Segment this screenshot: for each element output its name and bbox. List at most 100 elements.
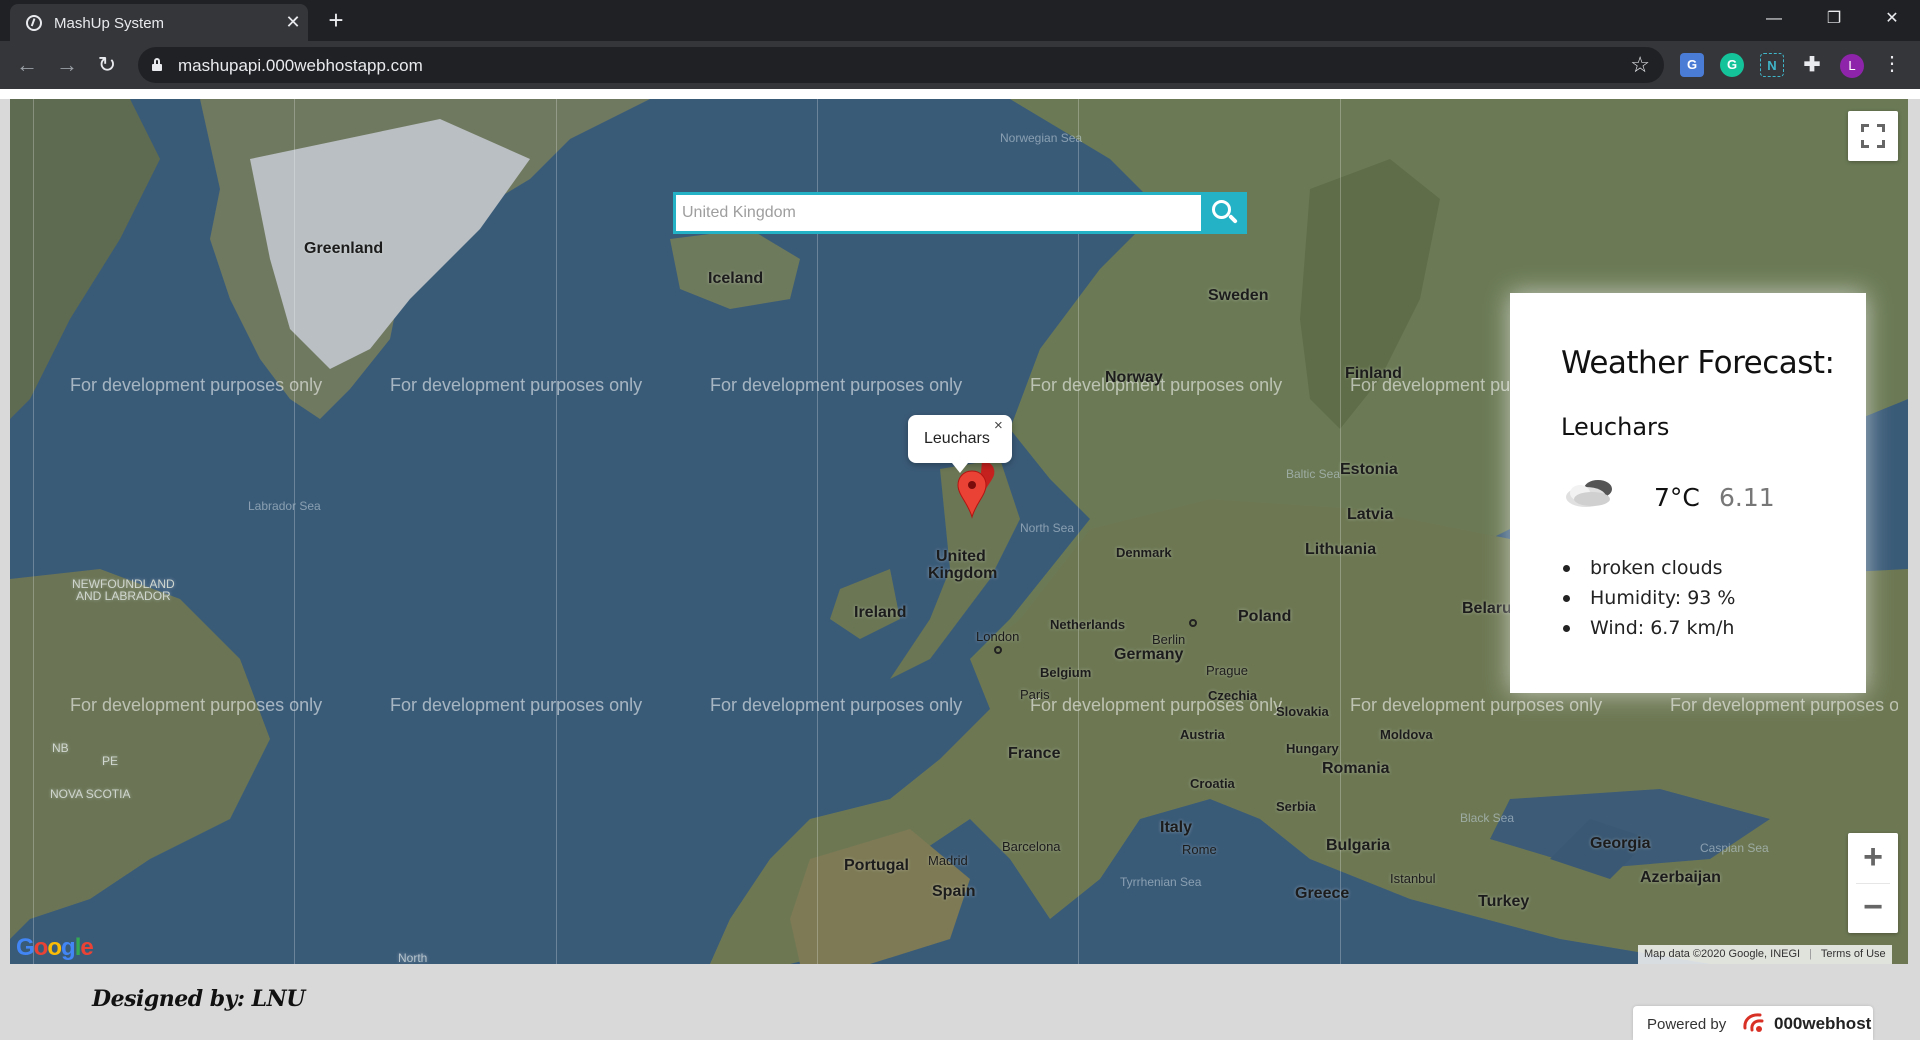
place-label: Estonia	[1340, 461, 1398, 478]
zoom-in-button[interactable]: +	[1848, 833, 1898, 883]
extensions-puzzle-icon[interactable]: ✚	[1800, 53, 1824, 77]
sea-label: Baltic Sea	[1286, 467, 1341, 481]
place-label: Spain	[932, 883, 976, 900]
place-label: Germany	[1114, 646, 1184, 663]
dev-watermark: For development purposes only	[1350, 695, 1603, 715]
n-extension-icon[interactable]: N	[1760, 53, 1784, 77]
weather-feels-like: 6.11	[1719, 483, 1775, 512]
tile-seam	[294, 99, 295, 964]
place-label: Poland	[1238, 608, 1292, 625]
minimize-button[interactable]: —	[1754, 4, 1794, 34]
place-label: Bulgaria	[1326, 837, 1391, 854]
marker-info-window: Leuchars ×	[908, 415, 1012, 473]
place-label: Ireland	[854, 604, 907, 621]
google-logo: Google	[16, 934, 94, 961]
place-label: Kingdom	[928, 565, 998, 582]
place-label: North	[398, 951, 428, 964]
location-search[interactable]	[673, 192, 1213, 234]
place-label: Latvia	[1347, 506, 1394, 523]
forward-button[interactable]: →	[52, 50, 82, 80]
bookmark-star-icon[interactable]: ☆	[1630, 52, 1650, 78]
place-label: Norway	[1105, 369, 1163, 386]
place-label: AND LABRADOR	[76, 589, 171, 603]
translate-extension-icon[interactable]: G	[1680, 53, 1704, 77]
place-label: Iceland	[708, 270, 764, 287]
grammarly-extension-icon[interactable]: G	[1720, 53, 1744, 77]
place-label: Austria	[1180, 727, 1225, 742]
cloud-icon	[1566, 480, 1612, 507]
place-label: Istanbul	[1390, 871, 1436, 886]
place-label: Turkey	[1478, 893, 1530, 910]
weather-forecast-card: Weather Forecast: Leuchars 7°C 6.11 brok…	[1510, 293, 1866, 693]
dev-watermark: For development purposes only	[710, 695, 963, 715]
place-label: Greenland	[304, 240, 384, 257]
place-label: Lithuania	[1305, 541, 1377, 558]
page-top-strip	[0, 89, 1920, 99]
place-label: Croatia	[1190, 776, 1235, 791]
dev-watermark: For development purposes only	[390, 695, 643, 715]
zoom-out-button[interactable]: −	[1848, 883, 1898, 933]
back-button[interactable]: ←	[12, 50, 42, 80]
powered-by-brand: 000webhost	[1774, 1014, 1872, 1033]
info-close-icon[interactable]: ×	[994, 417, 1003, 434]
place-label: Portugal	[844, 857, 909, 874]
browser-tab-bar: MashUp System ✕ + — ❐ ✕	[0, 0, 1920, 41]
close-window-button[interactable]: ✕	[1872, 4, 1912, 34]
attribution-text: Map data ©2020 Google, INEGI	[1644, 948, 1801, 960]
place-label: Georgia	[1590, 835, 1651, 852]
place-label: Greece	[1295, 885, 1350, 902]
place-label: London	[976, 629, 1020, 644]
search-button[interactable]	[1201, 192, 1247, 234]
dev-watermark: For development purposes only	[1670, 695, 1898, 715]
place-label: PE	[102, 754, 119, 768]
place-label: Netherlands	[1050, 617, 1126, 632]
place-label: Prague	[1206, 663, 1248, 678]
terms-link[interactable]: Terms of Use	[1821, 948, 1886, 960]
tile-seam	[556, 99, 557, 964]
lock-icon[interactable]	[152, 58, 162, 71]
sea-label: Norwegian Sea	[1000, 131, 1083, 145]
place-label: Azerbaijan	[1640, 869, 1721, 886]
place-label: Belgium	[1040, 665, 1092, 680]
place-label: Italy	[1160, 819, 1193, 836]
new-tab-button[interactable]: +	[322, 7, 350, 35]
place-label: Berlin	[1152, 632, 1186, 647]
place-label: Rome	[1182, 842, 1217, 857]
powered-by-badge[interactable]: Powered by 000webhost	[1633, 1006, 1873, 1040]
weather-detail-item: broken clouds	[1561, 553, 1735, 583]
place-label: Moldova	[1380, 727, 1433, 742]
city-dot	[1189, 619, 1197, 627]
place-label: Hungary	[1286, 741, 1339, 756]
weather-heading: Weather Forecast:	[1561, 345, 1835, 381]
weather-city: Leuchars	[1561, 413, 1670, 441]
designed-by-credit: Designed by: LNU	[92, 986, 305, 1012]
page-footer: Designed by: LNU Powered by 000webhost	[0, 964, 1920, 1040]
tab-close-icon[interactable]: ✕	[282, 11, 304, 33]
place-label: Paris	[1020, 687, 1050, 702]
fullscreen-button[interactable]	[1848, 111, 1898, 161]
map-canvas[interactable]: For development purposes only For develo…	[10, 99, 1908, 964]
place-label: Denmark	[1116, 545, 1172, 560]
dev-watermark: For development purposes only	[710, 375, 963, 395]
map-attribution: Map data ©2020 Google, INEGI | Terms of …	[1638, 945, 1892, 964]
reload-button[interactable]: ↻	[92, 50, 122, 80]
browser-menu-icon[interactable]: ⋮	[1882, 52, 1902, 76]
place-label: Slovakia	[1276, 704, 1329, 719]
tile-seam	[33, 99, 34, 964]
sea-label: Caspian Sea	[1700, 841, 1769, 855]
profile-avatar[interactable]: L	[1840, 54, 1864, 78]
address-bar[interactable]: mashupapi.000webhostapp.com ☆	[138, 47, 1664, 83]
dev-watermark: For development purposes only	[70, 695, 323, 715]
restore-button[interactable]: ❐	[1814, 4, 1854, 34]
place-label: Romania	[1322, 760, 1390, 777]
browser-toolbar: ← → ↻ mashupapi.000webhostapp.com ☆ G G …	[0, 41, 1920, 89]
place-label: Barcelona	[1002, 839, 1061, 854]
fullscreen-icon	[1861, 124, 1869, 132]
weather-detail-item: Humidity: 93 %	[1561, 583, 1735, 613]
url-text[interactable]: mashupapi.000webhostapp.com	[178, 56, 423, 76]
site-favicon-icon	[26, 15, 42, 31]
location-search-input[interactable]	[676, 195, 1206, 231]
weather-detail-item: Wind: 6.7 km/h	[1561, 613, 1735, 643]
sea-label: North Sea	[1020, 521, 1075, 535]
browser-tab[interactable]: MashUp System ✕	[10, 4, 308, 41]
